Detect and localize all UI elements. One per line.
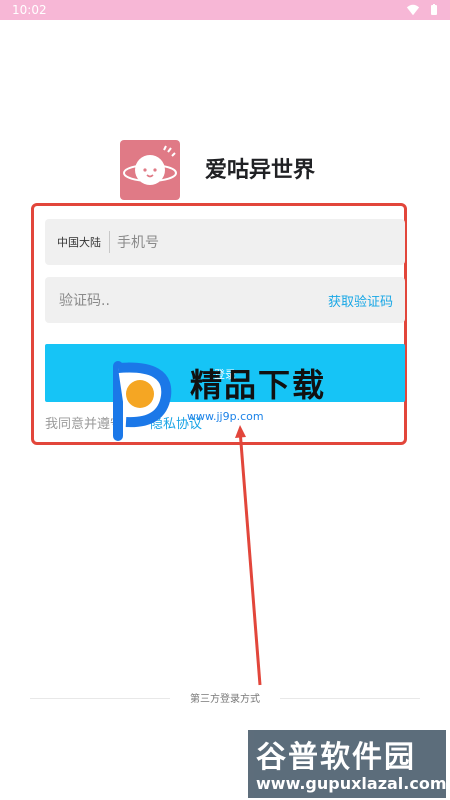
site-watermark: 谷普软件园 www.gupuxlazal.com bbox=[248, 730, 447, 798]
app-logo bbox=[120, 140, 180, 200]
third-party-login: 第三方登录方式 bbox=[30, 690, 420, 706]
status-bar: 10:02 bbox=[0, 0, 450, 20]
status-time: 10:02 bbox=[12, 3, 47, 17]
region-selector[interactable]: 中国大陆 bbox=[57, 234, 101, 250]
phone-row: 中国大陆 bbox=[45, 219, 405, 265]
watermark-logo bbox=[113, 361, 172, 441]
get-code-button[interactable]: 获取验证码 bbox=[328, 291, 393, 310]
site-watermark-cn: 谷普软件园 bbox=[256, 740, 416, 775]
phone-input[interactable] bbox=[115, 229, 389, 257]
region-divider bbox=[109, 231, 110, 253]
verification-code-input[interactable] bbox=[57, 287, 281, 315]
divider-right bbox=[280, 698, 420, 699]
site-watermark-en: www.gupuxlazal.com bbox=[256, 774, 447, 793]
watermark-url: www.jj9p.com bbox=[187, 410, 264, 423]
app-title: 爱咕异世界 bbox=[205, 158, 316, 183]
planet-logo-icon bbox=[123, 145, 177, 185]
watermark-text: 精品下载 bbox=[190, 366, 327, 404]
status-icons bbox=[406, 3, 440, 17]
battery-icon bbox=[431, 4, 437, 15]
wifi-icon bbox=[406, 4, 420, 16]
verification-row: 获取验证码 bbox=[45, 277, 405, 323]
